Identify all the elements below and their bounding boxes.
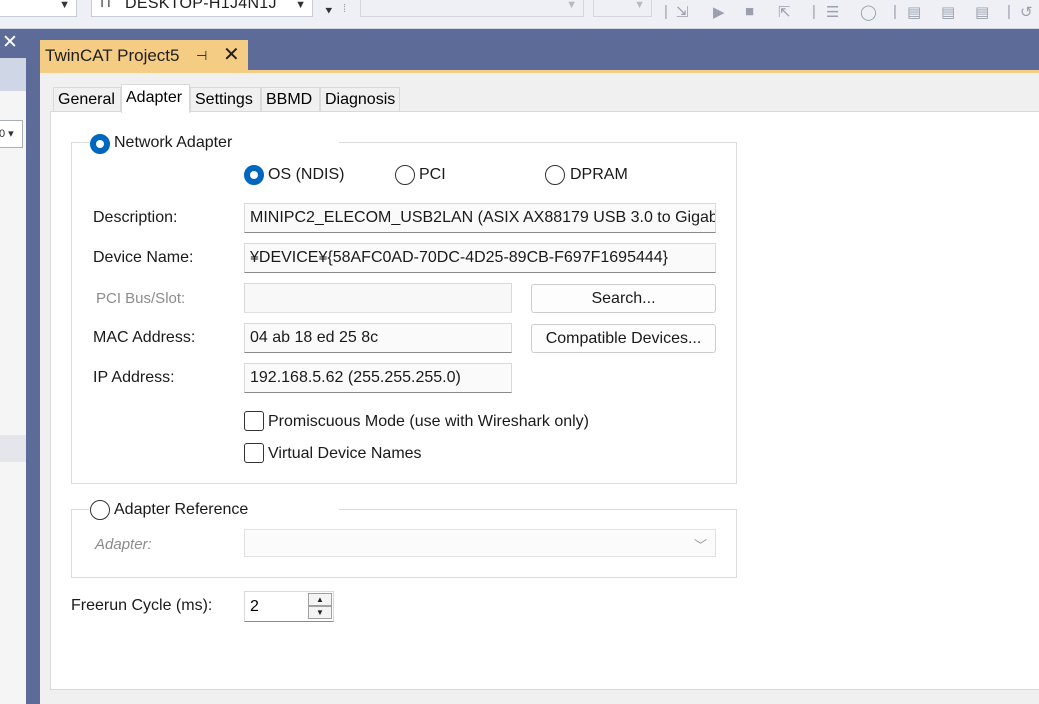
toolbar-overflow-icon[interactable]: ⯆ <box>324 4 334 19</box>
promiscuous-mode-checkbox[interactable] <box>244 411 264 431</box>
chevron-down-icon: ▼ <box>295 0 306 11</box>
undo-icon[interactable]: ↺ <box>1020 3 1033 21</box>
mode-pci-radio[interactable] <box>395 165 415 185</box>
mode-dpram-radio[interactable] <box>545 165 565 185</box>
network-adapter-legend: Network Adapter <box>89 132 339 156</box>
mode-os-ndis-label: OS (NDIS) <box>268 166 345 183</box>
pci-bus-slot-field[interactable] <box>244 283 512 313</box>
mode-pci-label: PCI <box>419 166 446 183</box>
compatible-devices-button[interactable]: Compatible Devices... <box>531 324 716 353</box>
property-tabs: General Adapter Settings BBMD Diagnosis <box>53 84 1039 113</box>
spin-down-icon[interactable]: ▼ <box>308 606 332 619</box>
left-panel-toolbar <box>0 58 26 91</box>
left-panel-selected-row[interactable] <box>0 435 26 462</box>
freerun-cycle-value: 2 <box>250 598 259 615</box>
virtual-device-names-label: Virtual Device Names <box>268 445 422 462</box>
run-icon[interactable]: ▶ <box>713 3 725 21</box>
toolbar-config-dropdown[interactable]: ▼ <box>0 0 77 17</box>
description-field[interactable]: MINIPC2_ELECOM_USB2LAN (ASIX AX88179 USB… <box>244 203 716 233</box>
freerun-cycle-label: Freerun Cycle (ms): <box>71 597 213 614</box>
list-icon[interactable]: ☰ <box>826 3 839 21</box>
close-icon[interactable]: ✕ <box>0 29 26 58</box>
chevron-down-icon: ﹀ <box>693 538 707 553</box>
document-tab[interactable]: TwinCAT Project5 ⊣ ✕ <box>40 40 248 71</box>
refresh-icon[interactable]: ◯ <box>860 3 877 21</box>
toolbar-dropdown-small[interactable]: ▼ <box>593 0 652 17</box>
ip-address-label: IP Address: <box>93 369 175 386</box>
ip-address-field[interactable]: 192.168.5.62 (255.255.255.0) <box>244 363 512 393</box>
restart-icon[interactable]: ⇲ <box>676 3 689 21</box>
adapter-reference-label: Adapter Reference <box>114 501 249 518</box>
device-name-label: Device Name: <box>93 249 194 266</box>
chevron-down-icon: ▼ <box>59 0 70 11</box>
adapter-reference-radio[interactable] <box>90 500 110 520</box>
description-label: Description: <box>93 209 178 226</box>
separator-icon: | <box>664 3 668 20</box>
separator-icon: | <box>893 3 897 20</box>
target-system-label: DESKTOP-H1J4N1J <box>125 0 277 12</box>
spin-up-icon[interactable]: ▲ <box>308 593 332 606</box>
save-all-icon[interactable]: ▤ <box>941 3 955 21</box>
toolbar-grip-icon: ⁞ <box>343 3 347 15</box>
promiscuous-mode-label: Promiscuous Mode (use with Wireshark onl… <box>268 413 589 430</box>
left-panel-combo[interactable]: 0 ▾ <box>0 120 23 148</box>
document-content: General Adapter Settings BBMD Diagnosis … <box>40 73 1039 704</box>
toolbar: ▼ ⊓ DESKTOP-H1J4N1J ▼ ⯆ ⁞ ▼ ▼ | ⇲ ▶ ■ ⇱ … <box>0 0 1039 29</box>
mac-address-field[interactable]: 04 ab 18 ed 25 8c <box>244 323 512 353</box>
search-button[interactable]: Search... <box>531 284 716 313</box>
adapter-combobox[interactable]: ﹀ <box>244 529 716 557</box>
chevron-down-icon: ▼ <box>634 0 645 11</box>
adapter-page: Network Adapter OS (NDIS) PCI DPRAM Desc… <box>50 111 1039 690</box>
separator-icon: | <box>1007 3 1011 20</box>
network-adapter-label: Network Adapter <box>114 134 233 151</box>
tab-bbmd[interactable]: BBMD <box>261 87 320 112</box>
target-system-dropdown[interactable]: ⊓ DESKTOP-H1J4N1J ▼ <box>91 0 313 17</box>
network-adapter-radio[interactable] <box>90 134 110 154</box>
mac-address-label: MAC Address: <box>93 329 196 346</box>
stop-icon[interactable]: ■ <box>745 3 754 20</box>
panel-splitter[interactable] <box>26 29 40 704</box>
save-icon[interactable]: ▤ <box>907 3 921 21</box>
document-tab-title: TwinCAT Project5 <box>45 46 180 65</box>
tab-adapter[interactable]: Adapter <box>121 84 190 113</box>
mode-dpram-label: DPRAM <box>570 166 628 183</box>
left-panel: ✕ 0 ▾ <box>0 29 26 704</box>
config-mode-icon[interactable]: ⇱ <box>778 3 791 21</box>
document-icon[interactable]: ▤ <box>975 3 989 21</box>
network-adapter-group <box>71 142 737 484</box>
pin-icon[interactable]: ⊣ <box>196 48 207 64</box>
tab-general[interactable]: General <box>53 87 121 112</box>
chevron-down-icon: ▼ <box>566 0 577 11</box>
separator-icon: | <box>812 3 816 20</box>
freerun-cycle-spinbox[interactable]: 2 ▲ ▼ <box>244 591 334 622</box>
tab-settings[interactable]: Settings <box>190 87 261 112</box>
lock-icon: ⊓ <box>100 0 111 10</box>
adapter-reference-legend: Adapter Reference <box>89 498 339 522</box>
virtual-device-names-checkbox[interactable] <box>244 443 264 463</box>
adapter-label: Adapter: <box>95 536 152 553</box>
device-name-field[interactable]: ¥DEVICE¥{58AFC0AD-70DC-4D25-89CB-F697F16… <box>244 243 716 273</box>
pci-bus-slot-label: PCI Bus/Slot: <box>96 290 186 307</box>
tab-diagnosis[interactable]: Diagnosis <box>320 87 400 112</box>
mode-os-ndis-radio[interactable] <box>244 165 264 185</box>
ide-window: ▼ ⊓ DESKTOP-H1J4N1J ▼ ⯆ ⁞ ▼ ▼ | ⇲ ▶ ■ ⇱ … <box>0 0 1039 704</box>
toolbar-dropdown-disabled[interactable]: ▼ <box>360 0 584 17</box>
close-icon[interactable]: ✕ <box>223 42 240 67</box>
